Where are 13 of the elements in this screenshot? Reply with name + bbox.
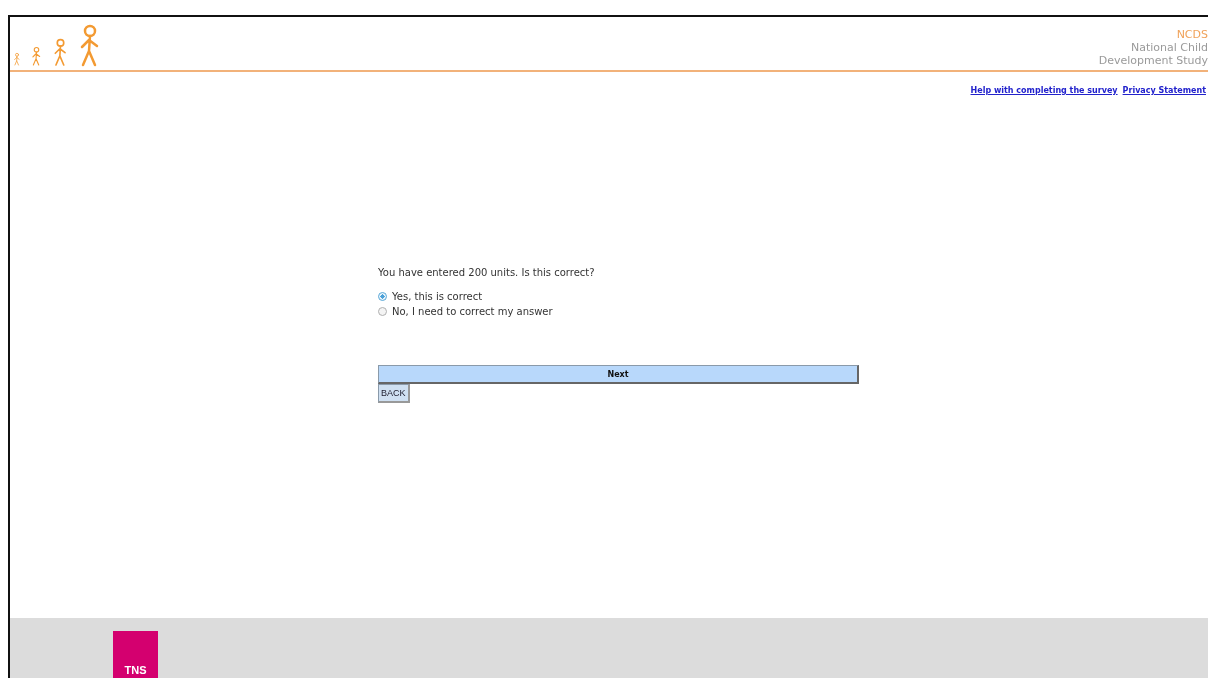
brand-abbreviation: NCDS: [1176, 28, 1208, 41]
option-label[interactable]: Yes, this is correct: [392, 291, 483, 302]
option-label[interactable]: No, I need to correct my answer: [392, 306, 553, 317]
header-link[interactable]: Help with completing the survey: [970, 86, 1118, 95]
radio-button[interactable]: [378, 307, 387, 316]
brand-subtitle: National Child: [1130, 41, 1208, 54]
radio-button[interactable]: [378, 292, 387, 301]
company-logo: TNS: [113, 631, 158, 678]
next-button[interactable]: Next: [378, 365, 859, 384]
brand-subtitle: Development Study: [1098, 54, 1208, 67]
question-text: You have entered 200 units. Is this correct?: [378, 267, 596, 278]
header-link[interactable]: Privacy Statement: [1122, 86, 1206, 95]
back-button[interactable]: BACK: [378, 384, 410, 403]
